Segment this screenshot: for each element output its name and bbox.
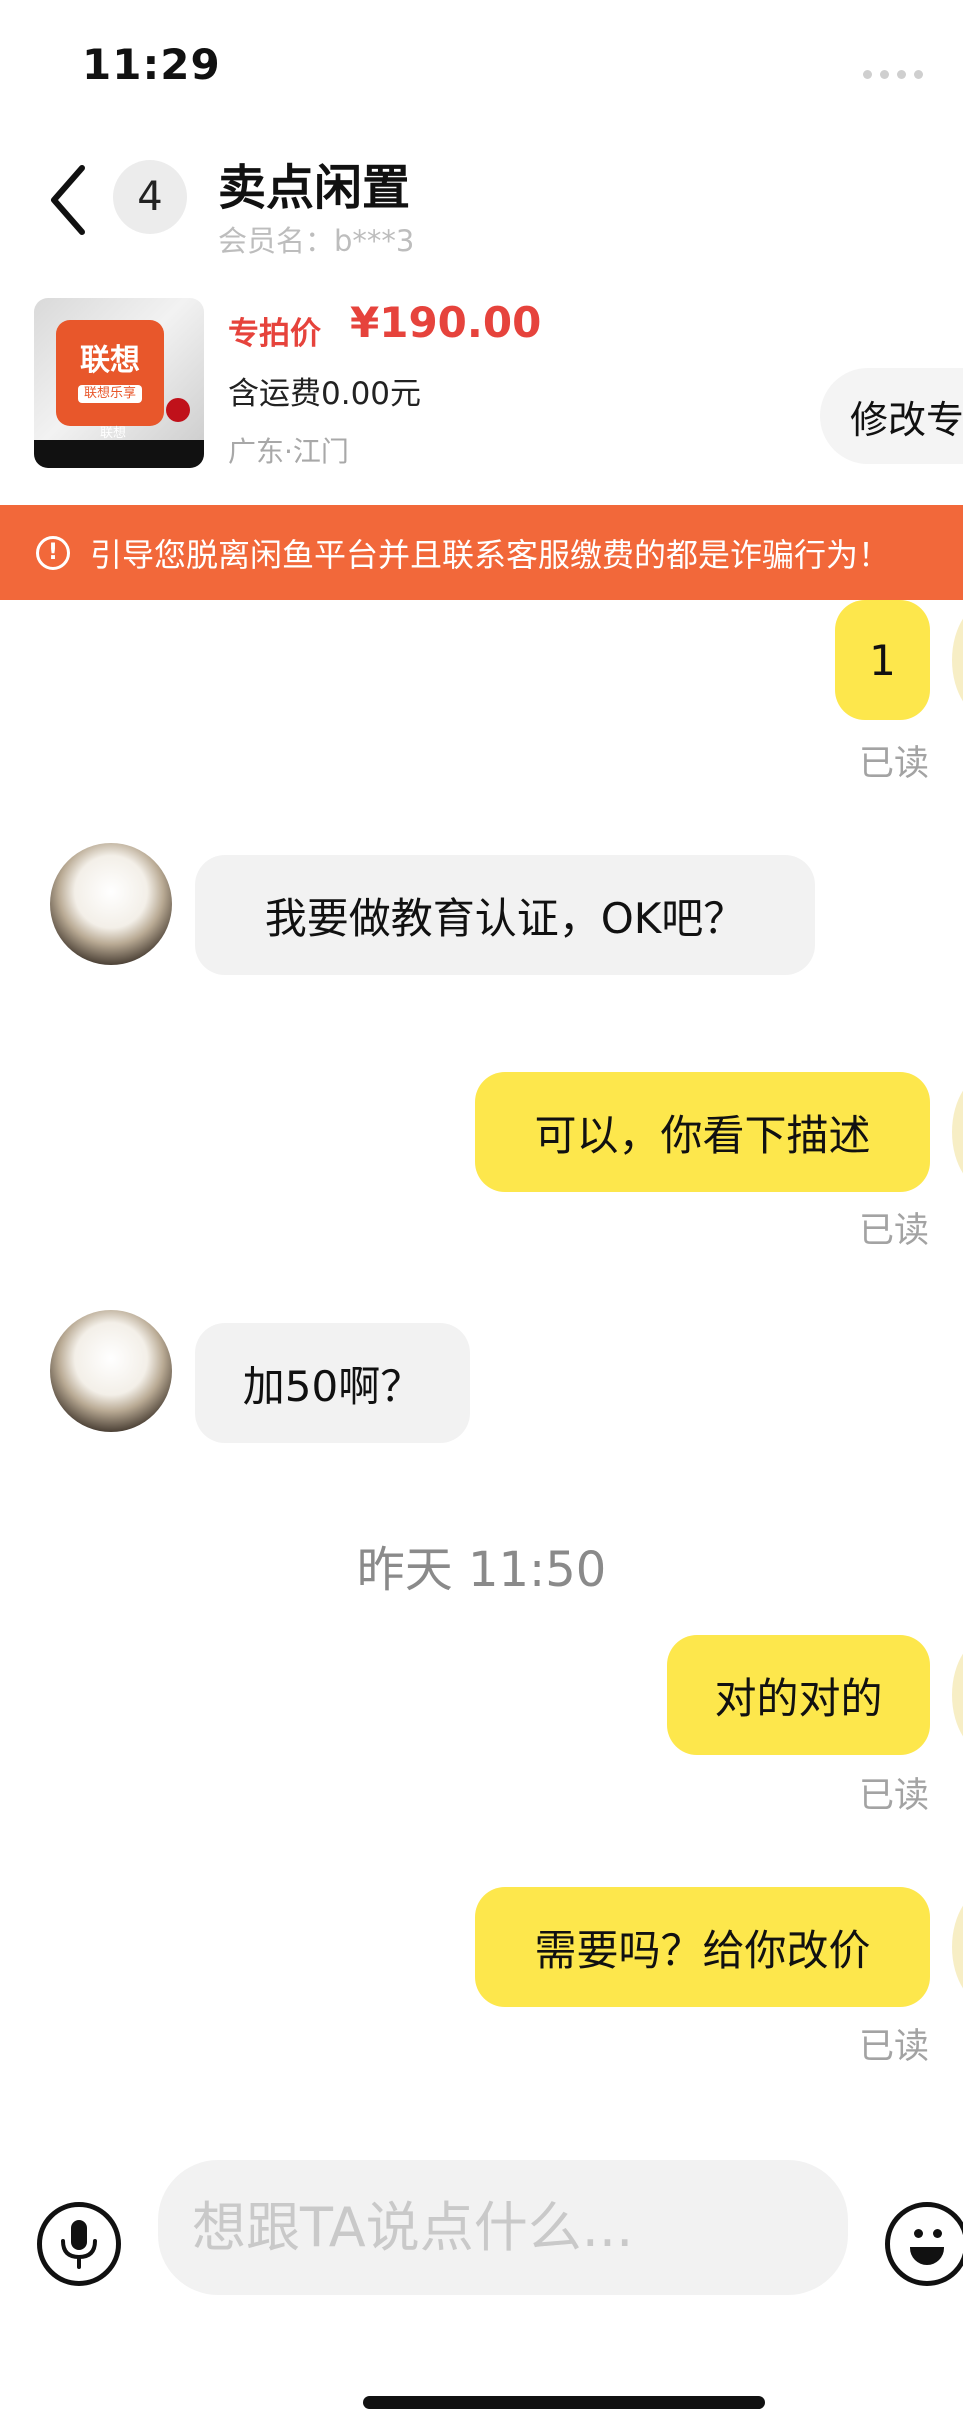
product-brand: 联想 bbox=[100, 426, 127, 441]
my-message-bubble[interactable]: 需要吗？给你改价 bbox=[475, 1887, 930, 2007]
product-logo-sub: 联想乐享 bbox=[77, 385, 142, 403]
price-value: ¥190.00 bbox=[350, 298, 542, 347]
contact-avatar[interactable] bbox=[50, 1310, 172, 1432]
chat-title: 卖点闲置 bbox=[218, 160, 411, 216]
read-status: 已读 bbox=[858, 1211, 929, 1251]
thumbnail-bar bbox=[34, 440, 204, 468]
info-circle-icon: ! bbox=[36, 535, 70, 570]
product-thumbnail[interactable]: 联想 联想乐享 联想 bbox=[34, 298, 204, 468]
location: 广东·江门 bbox=[228, 435, 349, 468]
message-input[interactable] bbox=[158, 2160, 848, 2295]
my-avatar[interactable] bbox=[952, 1635, 963, 1755]
home-indicator[interactable] bbox=[363, 2396, 765, 2409]
signal-icon bbox=[863, 70, 923, 79]
emoji-button[interactable] bbox=[885, 2202, 963, 2286]
product-logo-text: 联想 bbox=[80, 343, 140, 379]
read-status: 已读 bbox=[858, 2027, 929, 2067]
their-message-bubble[interactable]: 加50啊？ bbox=[195, 1323, 470, 1443]
my-message-bubble[interactable]: 对的对的 bbox=[667, 1635, 930, 1755]
chevron-left-icon bbox=[51, 165, 85, 235]
microphone-icon bbox=[61, 2220, 97, 2269]
unread-count-badge[interactable]: 4 bbox=[113, 160, 187, 234]
hot-sticker bbox=[166, 398, 190, 422]
fraud-warning-banner: ! 引导您脱离闲鱼平台并且联系客服缴费的都是诈骗行为！ bbox=[0, 505, 963, 600]
chat-timestamp: 昨天 11:50 bbox=[356, 1542, 607, 1598]
modify-price-button[interactable]: 修改专 bbox=[820, 368, 963, 464]
shipping-info: 含运费0.00元 bbox=[228, 376, 422, 412]
my-avatar[interactable] bbox=[952, 1887, 963, 2007]
member-name: 会员名：b***3 bbox=[218, 224, 415, 258]
my-avatar[interactable] bbox=[952, 1072, 963, 1192]
their-message-bubble[interactable]: 我要做教育认证，OK吧？ bbox=[195, 855, 815, 975]
voice-input-button[interactable] bbox=[37, 2202, 121, 2286]
read-status: 已读 bbox=[858, 744, 929, 784]
warning-text: 引导您脱离闲鱼平台并且联系客服缴费的都是诈骗行为！ bbox=[90, 535, 891, 574]
read-status: 已读 bbox=[858, 1776, 929, 1816]
product-logo: 联想 联想乐享 bbox=[56, 320, 164, 426]
chat-screen: 11:29 4 卖点闲置 会员名：b***3 联想 联想乐享 联想 专拍价 ¥1… bbox=[0, 0, 963, 2436]
my-avatar[interactable] bbox=[952, 600, 963, 720]
my-message-bubble[interactable]: 可以，你看下描述 bbox=[475, 1072, 930, 1192]
status-time: 11:29 bbox=[82, 40, 221, 89]
contact-avatar[interactable] bbox=[50, 843, 172, 965]
my-message-bubble[interactable]: 1 bbox=[835, 600, 930, 720]
price-label: 专拍价 bbox=[228, 316, 321, 352]
back-button[interactable] bbox=[42, 160, 98, 240]
